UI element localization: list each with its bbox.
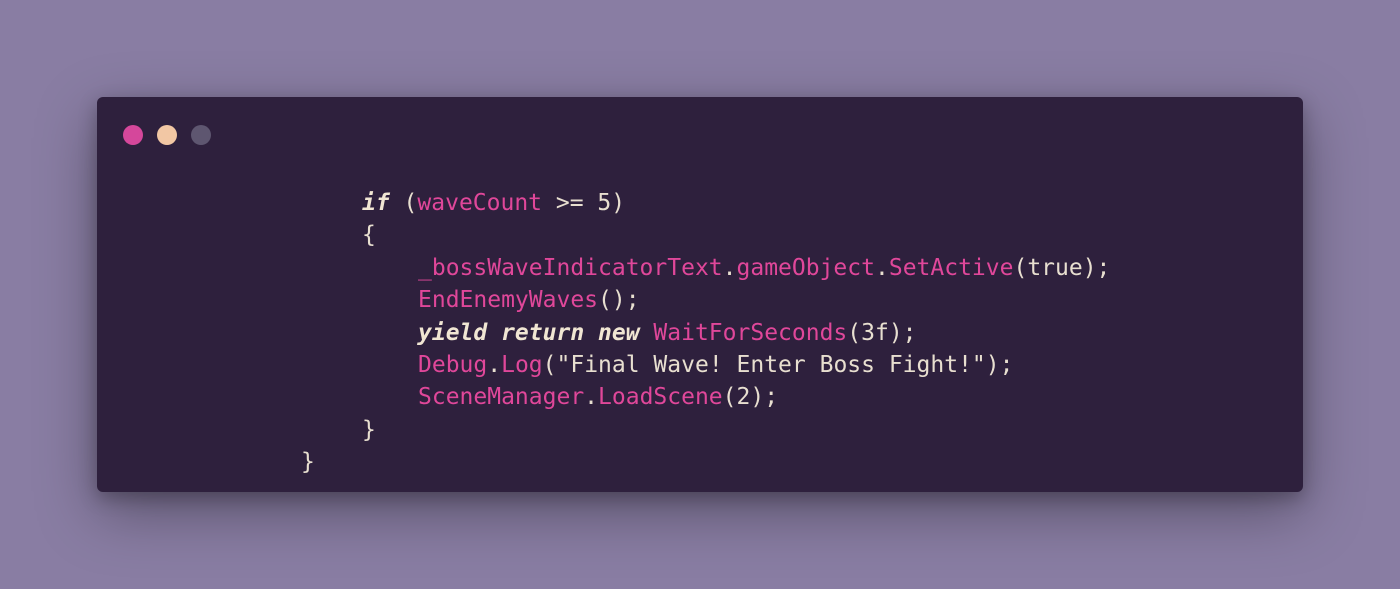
dot-operator: . <box>584 384 599 411</box>
brace-open: { <box>362 222 376 249</box>
args: (true); <box>1013 254 1111 281</box>
identifier-scenemanager: SceneManager <box>418 384 585 411</box>
method-endenemywaves: EndEnemyWaves <box>418 287 599 314</box>
identifier-debug: Debug <box>418 352 488 378</box>
method-waitforseconds: WaitForSeconds <box>653 319 848 346</box>
code-line-3: _bossWaveIndicatorText.gameObject.SetAct… <box>418 252 1110 284</box>
code-line-6: Debug.Log("Final Wave! Enter Boss Fight!… <box>418 349 1013 381</box>
code-line-2: { <box>362 219 376 251</box>
code-line-4: EndEnemyWaves(); <box>418 284 640 316</box>
number-literal: 5 <box>597 190 612 216</box>
identifier-wavecount: waveCount <box>417 190 543 216</box>
operator: >= <box>542 190 598 216</box>
dot-operator: . <box>487 352 502 378</box>
code-block: if (waveCount >= 5) { _bossWaveIndicator… <box>97 97 1303 492</box>
identifier-boss-wave-indicator: _bossWaveIndicatorText <box>418 254 723 281</box>
keyword-if: if <box>362 190 390 216</box>
dot-operator: . <box>722 254 737 281</box>
code-line-5: yield return new WaitForSeconds(3f); <box>418 317 917 349</box>
args: (); <box>598 287 640 314</box>
paren-close: ) <box>611 190 626 216</box>
code-line-7: SceneManager.LoadScene(2); <box>418 381 778 413</box>
dot-operator: . <box>874 254 889 281</box>
args: (3f); <box>847 319 917 346</box>
keyword-yield-return-new: yield return new <box>418 319 640 346</box>
brace-close-outer: } <box>301 449 315 476</box>
paren-open: ( <box>389 190 418 216</box>
method-log: Log <box>501 352 543 378</box>
code-line-9: } <box>301 446 315 478</box>
args-string: ("Final Wave! Enter Boss Fight!"); <box>542 352 1014 378</box>
identifier-gameobject: gameObject <box>736 254 875 281</box>
method-setactive: SetActive <box>888 254 1014 281</box>
code-line-8: } <box>362 414 376 446</box>
code-window: if (waveCount >= 5) { _bossWaveIndicator… <box>97 97 1303 492</box>
method-loadscene: LoadScene <box>598 384 723 411</box>
args: (2); <box>722 384 779 411</box>
code-line-1: if (waveCount >= 5) <box>362 187 625 219</box>
brace-close: } <box>362 416 376 443</box>
